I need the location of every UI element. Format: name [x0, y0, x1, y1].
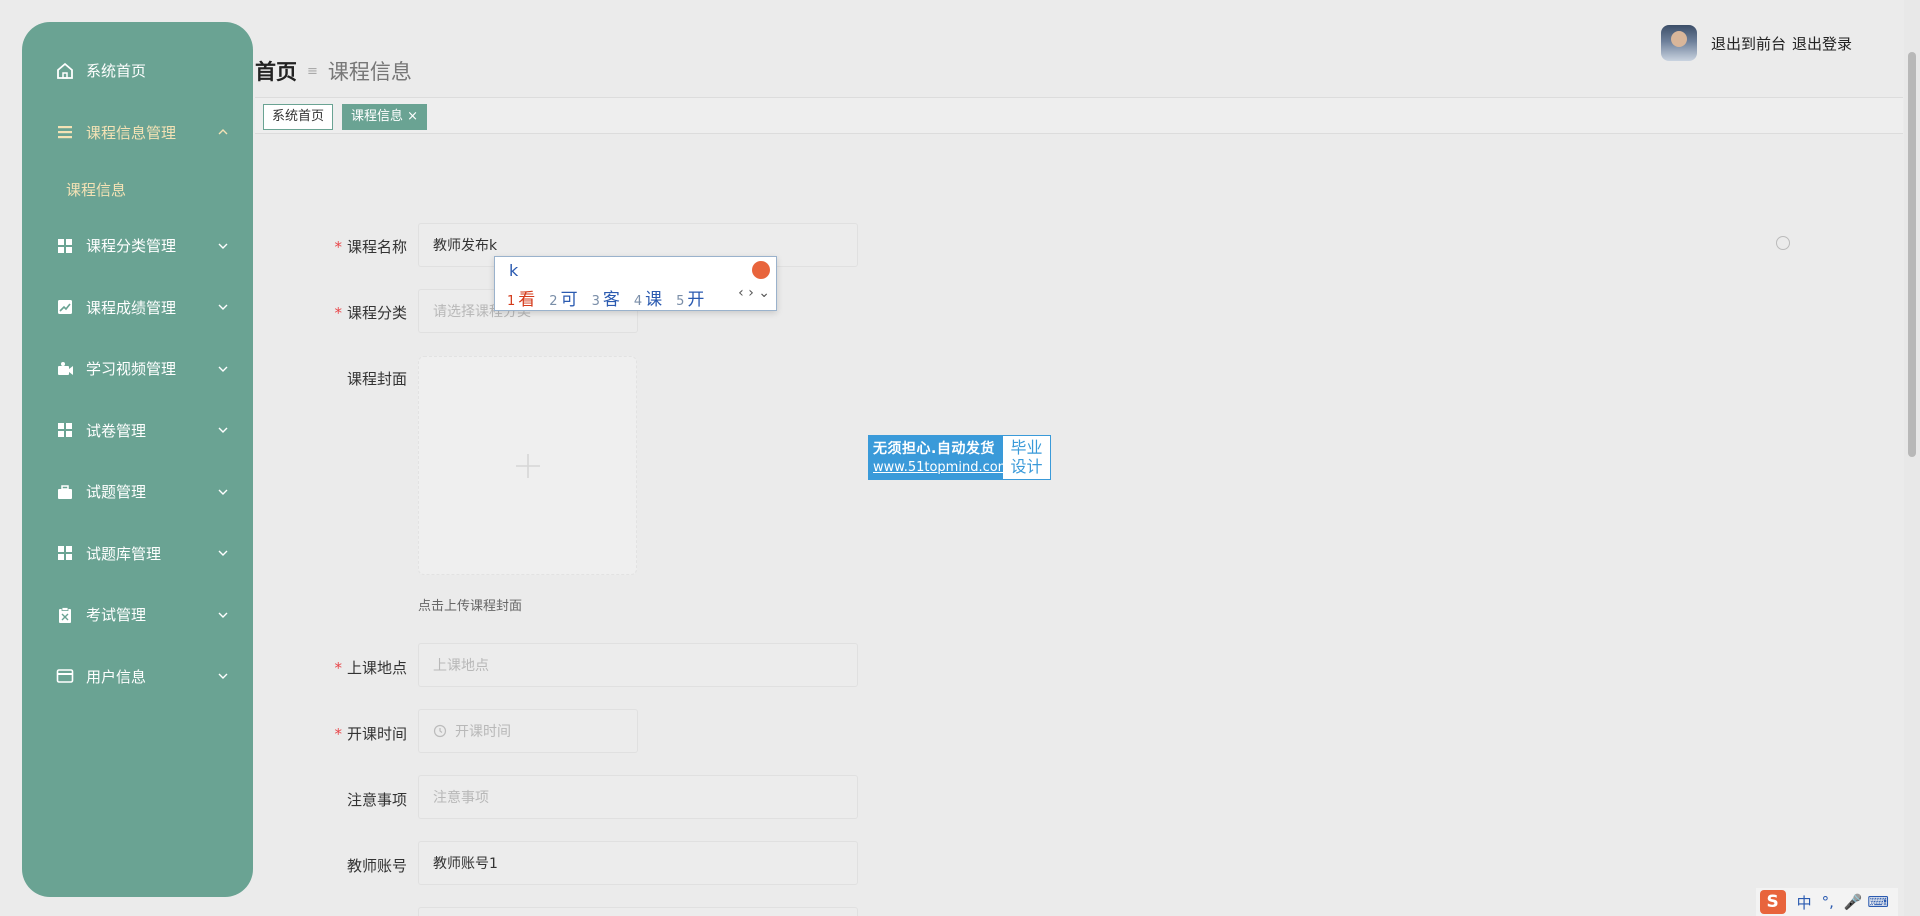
sidebar-item-label: 试卷管理 [86, 421, 147, 440]
next-field-input[interactable] [418, 907, 858, 916]
chevron-down-icon [217, 609, 229, 621]
cover-upload[interactable] [418, 356, 637, 575]
punctuation-toggle[interactable]: °, [1822, 893, 1834, 911]
ime-candidate[interactable]: 5开 [676, 285, 704, 310]
breadcrumb: 首页 ≡ 课程信息 [255, 56, 412, 86]
chevron-down-icon [217, 301, 229, 313]
avatar[interactable] [1660, 25, 1697, 61]
grid-icon [56, 237, 74, 255]
page-scrollbar[interactable] [1904, 0, 1920, 916]
watermark-ad: 无须担心.自动发货 www.51topmind.com 毕业 设计 [868, 435, 1051, 480]
notes-input[interactable]: 注意事项 [418, 775, 858, 819]
sidebar-item-course-info-mgmt[interactable]: 课程信息管理 [22, 102, 253, 164]
start-time-label: * 开课时间 [334, 725, 407, 743]
tag-home[interactable]: 系统首页 [263, 104, 334, 130]
course-category-label: * 课程分类 [334, 304, 407, 322]
sidebar-item-label: 课程成绩管理 [86, 298, 177, 317]
sidebar-item-label: 考试管理 [86, 606, 147, 625]
tags-bar: 系统首页 课程信息 × [255, 97, 1903, 134]
grid-icon [56, 421, 74, 439]
chevron-down-icon [217, 547, 229, 559]
clipboard-icon [56, 606, 74, 624]
course-cover-label: 课程封面 [346, 370, 407, 388]
chart-icon [56, 298, 74, 316]
sidebar-item-label: 用户信息 [86, 667, 147, 686]
sidebar-item-exam-mgmt[interactable]: 考试管理 [22, 584, 253, 646]
ime-candidate[interactable]: 2可 [549, 285, 577, 310]
briefcase-icon [56, 483, 74, 501]
ime-candidates: 1看 2可 3客 4课 5开 [507, 285, 718, 310]
sidebar-item-question-mgmt[interactable]: 试题管理 [22, 461, 253, 523]
user-area: 退出到前台 退出登录 [1660, 25, 1858, 61]
watermark-line1: 无须担心.自动发货 [873, 441, 995, 457]
sidebar-item-label: 课程信息管理 [86, 123, 177, 142]
sidebar-item-label: 试题管理 [86, 483, 147, 502]
location-label: * 上课地点 [334, 659, 407, 677]
scrollbar-thumb[interactable] [1908, 52, 1916, 457]
logout-link[interactable]: 退出登录 [1792, 33, 1852, 54]
sidebar-item-score-mgmt[interactable]: 课程成绩管理 [22, 277, 253, 339]
sidebar: 系统首页 课程信息管理 课程信息 课程分类管理 课程成绩管理 学习视频管理 试卷… [22, 22, 253, 897]
sidebar-item-video-mgmt[interactable]: 学习视频管理 [22, 338, 253, 400]
breadcrumb-separator: ≡ [307, 63, 318, 79]
notes-label: 注意事项 [346, 791, 407, 809]
watermark-url: www.51topmind.com [873, 460, 1011, 475]
sidebar-item-bank-mgmt[interactable]: 试题库管理 [22, 523, 253, 585]
chevron-down-icon [217, 670, 229, 682]
ime-candidate-popup: k 1看 2可 3客 4课 5开 ‹ › ⌄ [494, 256, 777, 311]
teacher-account-input[interactable]: 教师账号1 [418, 841, 858, 885]
teacher-account-label: 教师账号 [346, 857, 407, 875]
chevron-down-icon [217, 363, 229, 375]
exit-to-front-link[interactable]: 退出到前台 [1711, 33, 1786, 54]
chevron-down-icon [217, 240, 229, 252]
ime-tools[interactable]: 🎤 ⌨ [1844, 893, 1889, 911]
sidebar-subitem-course-info[interactable]: 课程信息 [22, 163, 253, 215]
grid-icon [56, 544, 74, 562]
sidebar-item-label: 学习视频管理 [86, 360, 177, 379]
watermark-right2: 设计 [1010, 457, 1043, 476]
watermark-right1: 毕业 [1010, 438, 1043, 457]
breadcrumb-home[interactable]: 首页 [255, 56, 297, 86]
sidebar-item-paper-mgmt[interactable]: 试卷管理 [22, 400, 253, 462]
ime-mode-toggle[interactable]: 中 [1797, 892, 1812, 913]
sidebar-item-label: 课程分类管理 [86, 237, 177, 256]
chevron-down-icon [217, 486, 229, 498]
clock-icon [433, 724, 447, 738]
card-icon [56, 667, 74, 685]
ime-candidate[interactable]: 3客 [592, 285, 620, 310]
plus-icon [515, 453, 540, 478]
cover-upload-hint: 点击上传课程封面 [418, 599, 523, 614]
ime-candidate[interactable]: 1看 [507, 285, 535, 310]
course-name-label: * 课程名称 [334, 238, 407, 256]
sidebar-item-user-info[interactable]: 用户信息 [22, 646, 253, 708]
radio-icon[interactable] [1776, 236, 1790, 250]
video-icon [56, 360, 74, 378]
sidebar-item-home[interactable]: 系统首页 [22, 40, 253, 102]
tag-course-info[interactable]: 课程信息 × [342, 104, 428, 130]
sidebar-item-label: 系统首页 [86, 62, 147, 81]
chevron-up-icon [217, 126, 229, 138]
sogou-icon[interactable]: S [1759, 890, 1786, 914]
home-icon [56, 62, 74, 80]
chevron-down-icon [217, 424, 229, 436]
sidebar-item-label: 试题库管理 [86, 544, 162, 563]
breadcrumb-current: 课程信息 [327, 60, 412, 84]
ime-toolbar: S 中 °, 🎤 ⌨ [1755, 888, 1898, 916]
ime-page-nav[interactable]: ‹ › ⌄ [738, 285, 770, 301]
sogou-logo-icon [752, 261, 770, 279]
list-icon [56, 123, 74, 141]
sidebar-item-category-mgmt[interactable]: 课程分类管理 [22, 215, 253, 277]
start-time-input[interactable]: 开课时间 [418, 709, 638, 753]
ime-composition: k [509, 261, 519, 280]
location-input[interactable]: 上课地点 [418, 643, 858, 687]
ime-candidate[interactable]: 4课 [634, 285, 662, 310]
